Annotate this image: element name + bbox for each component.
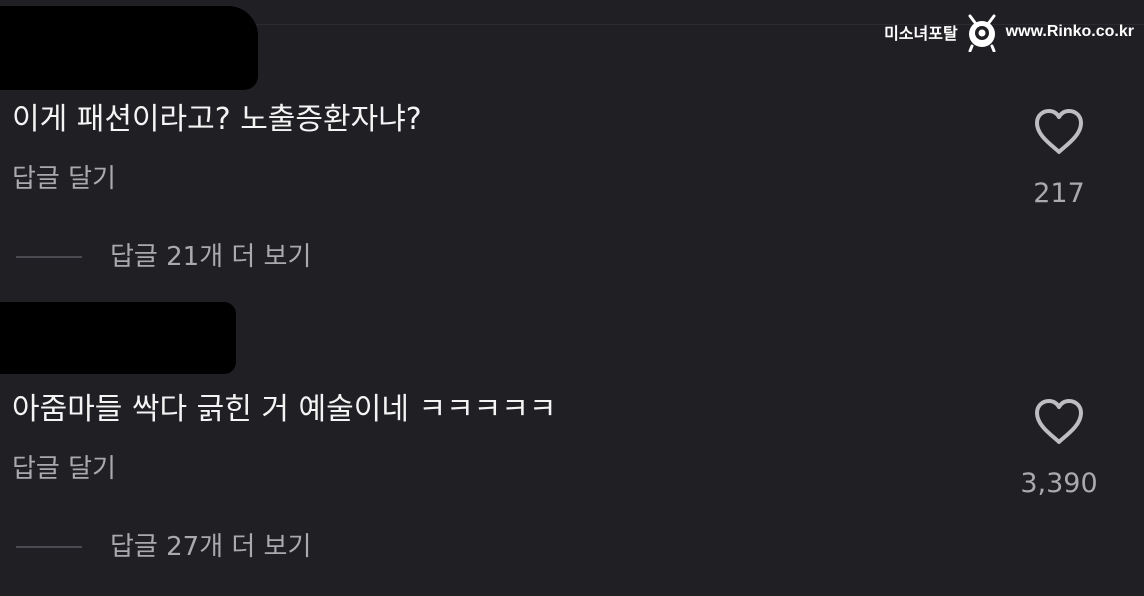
redacted-username [0, 6, 258, 90]
comments-screen: 미소녀포탈 www.Rinko.co.kr 이게 패션이라고? 노출증환자냐? … [0, 0, 1144, 596]
watermark-site-name: 미소녀포탈 [884, 26, 958, 43]
replies-divider-line [16, 546, 82, 548]
view-replies-label: 답글 21개 더 보기 [110, 242, 312, 272]
reply-button[interactable]: 답글 달기 [12, 164, 116, 194]
redacted-username [0, 302, 236, 374]
mascot-logo-icon [968, 14, 996, 52]
comment-text: 이게 패션이라고? 노출증환자냐? [12, 102, 422, 137]
heart-outline-icon[interactable] [1033, 108, 1085, 156]
watermark: 미소녀포탈 www.Rinko.co.kr [884, 12, 1134, 52]
comment-text: 아줌마들 싹다 긁힌 거 예술이네 ㅋㅋㅋㅋㅋ [12, 392, 557, 427]
like-count: 217 [1033, 178, 1085, 209]
watermark-url: www.Rinko.co.kr [1005, 23, 1134, 40]
like-count: 3,390 [1020, 468, 1098, 499]
heart-outline-icon[interactable] [1033, 398, 1085, 446]
view-replies-label: 답글 27개 더 보기 [110, 532, 312, 562]
like-block: 3,390 [1000, 398, 1118, 500]
replies-divider-line [16, 256, 82, 258]
like-block: 217 [1000, 108, 1118, 210]
view-replies-button[interactable]: 답글 21개 더 보기 [16, 242, 311, 272]
reply-button[interactable]: 답글 달기 [12, 454, 116, 484]
view-replies-button[interactable]: 답글 27개 더 보기 [16, 532, 311, 562]
